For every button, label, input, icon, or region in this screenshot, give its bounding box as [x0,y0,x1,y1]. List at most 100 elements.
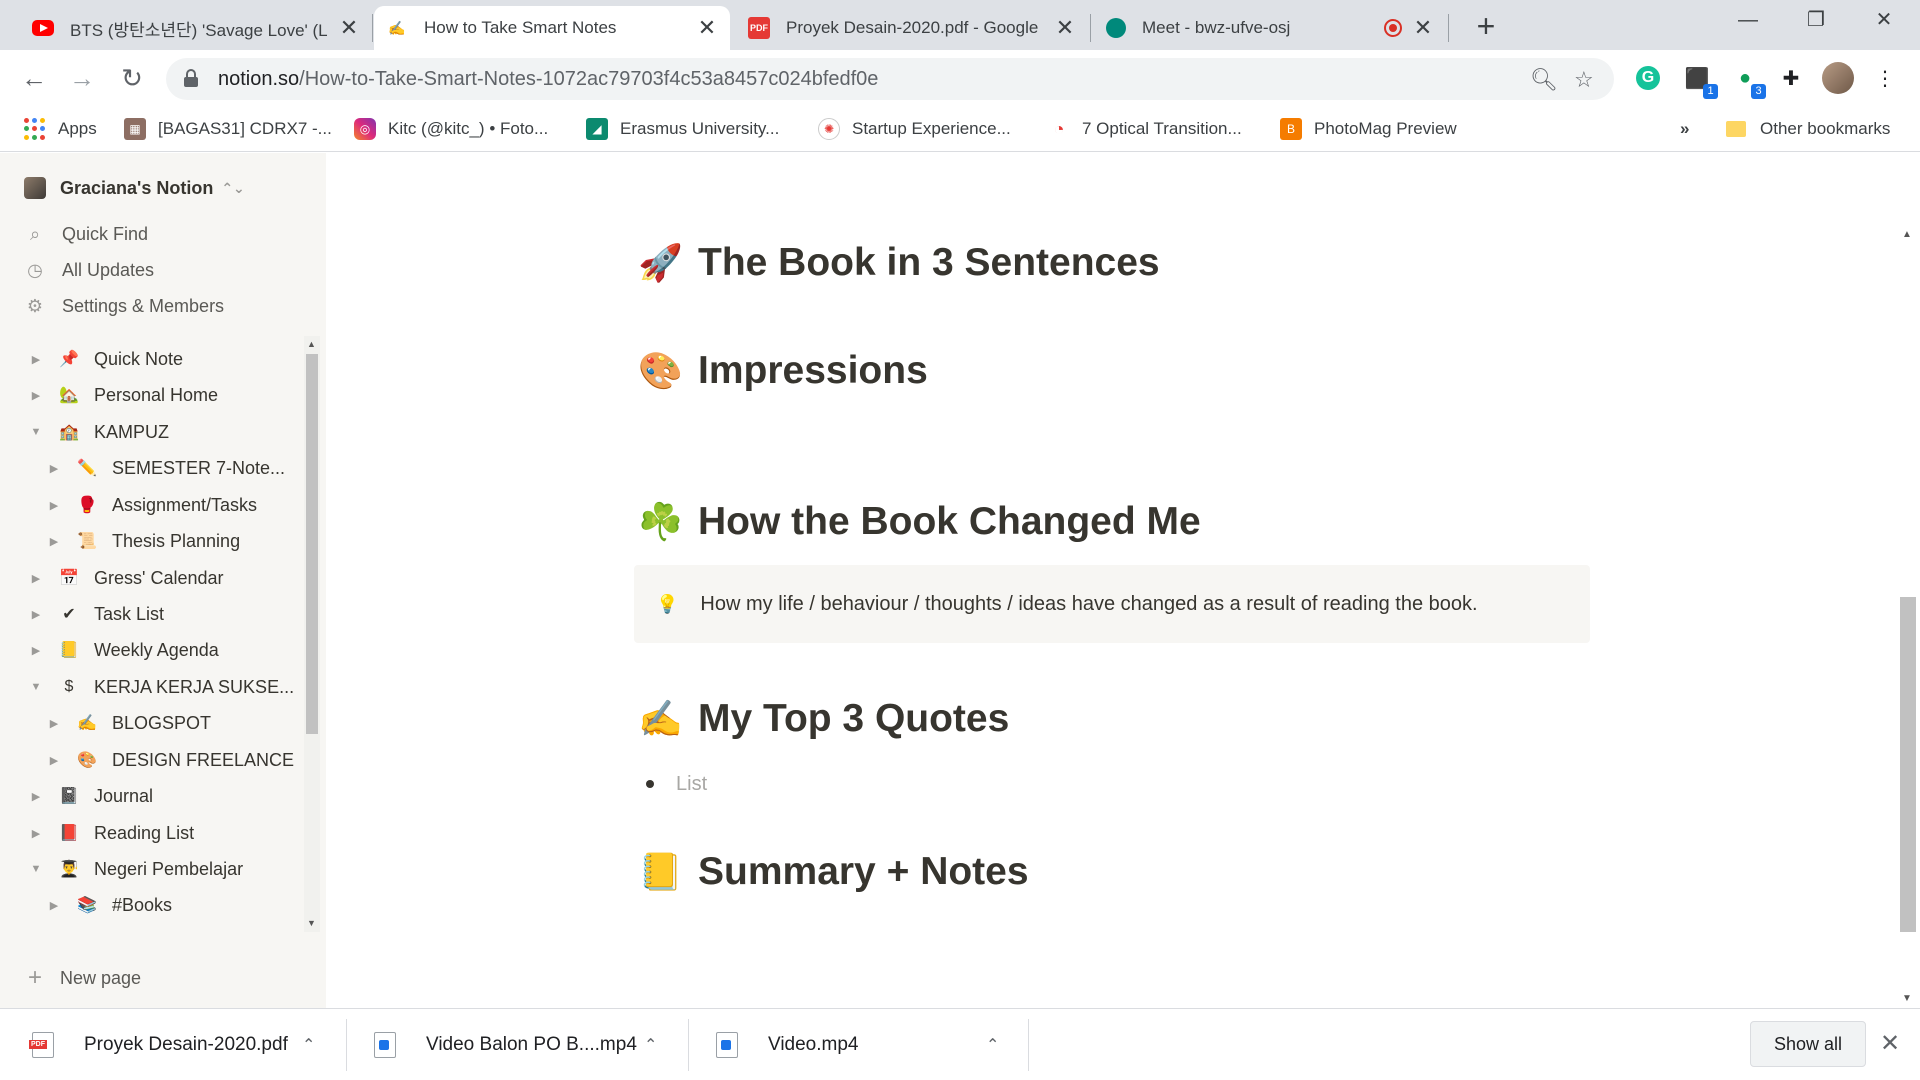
expand-toggle-icon[interactable]: ▶ [46,499,62,512]
scroll-down-arrow-icon[interactable]: ▼ [307,918,316,928]
sidebar-item-journal[interactable]: ▶ 📓 Journal [28,781,153,811]
download-item-pdf[interactable]: Proyek Desain-2020.pdf ⌃ [29,1009,332,1080]
new-tab-button[interactable]: + [1466,8,1506,48]
expand-toggle-icon[interactable]: ▶ [46,899,62,912]
close-tab-icon[interactable]: ✕ [1054,15,1076,41]
zoom-icon[interactable]: 🔍︎ [1530,67,1558,93]
sidebar-item-weekly-agenda[interactable]: ▶ 📒 Weekly Agenda [28,635,219,665]
expand-toggle-icon[interactable]: ▶ [46,535,62,548]
expand-toggle-icon[interactable]: ▶ [28,572,44,585]
bookmark-optical[interactable]: ◔ 7 Optical Transition... [1048,114,1242,144]
sidebar-item-assignment-tasks[interactable]: ▶ 🥊 Assignment/Tasks [46,490,257,520]
restore-icon[interactable]: ❐ [1784,0,1848,44]
callout-block[interactable]: 💡 How my life / behaviour / thoughts / i… [634,565,1590,643]
chevron-up-icon[interactable]: ⌃ [644,1035,657,1055]
workspace-switcher[interactable]: Graciana's Notion ⌃⌄ [24,173,245,203]
scroll-up-arrow-icon[interactable]: ▲ [307,339,316,349]
expand-toggle-icon[interactable]: ▼ [28,681,44,693]
sidebar-scrollbar[interactable]: ▲ ▼ [304,336,320,932]
scrollbar-thumb[interactable] [306,354,318,734]
sidebar-item-semester-7[interactable]: ▶ ✏️ SEMESTER 7-Note... [46,453,285,483]
extension-chat-icon[interactable]: ● 3 [1730,63,1766,99]
sidebar-quick-find[interactable]: ⌕ Quick Find [24,219,148,249]
scroll-up-arrow-icon[interactable]: ▲ [1902,229,1912,240]
profile-avatar[interactable] [1822,62,1854,94]
new-page-button[interactable]: + New page [24,963,141,993]
sidebar-item-task-list[interactable]: ▶ ✔ Task List [28,599,164,629]
sidebar-item-blogspot[interactable]: ▶ ✍️ BLOGSPOT [46,708,211,738]
expand-toggle-icon[interactable]: ▶ [46,462,62,475]
scroll-down-arrow-icon[interactable]: ▼ [1902,993,1912,1004]
sidebar-item-quick-note[interactable]: ▶ 📌 Quick Note [28,344,183,374]
bookmark-bagas31[interactable]: ▦ [BAGAS31] CDRX7 -... [124,114,332,144]
bookmark-apps[interactable]: Apps [24,114,97,144]
sidebar-item-label: #Books [112,894,173,915]
heading-impressions[interactable]: 🎨 Impressions [638,349,928,393]
tab-notion-active[interactable]: ✍️ How to Take Smart Notes ✕ [374,6,730,50]
forward-arrow-icon[interactable]: → [64,60,100,96]
sidebar-item-kampuz[interactable]: ▼ 🏫 KAMPUZ [28,417,169,447]
chevron-up-icon[interactable]: ⌃ [986,1035,999,1055]
chrome-menu-icon[interactable]: ⋮ [1870,63,1900,93]
reload-icon[interactable]: ↻ [114,60,150,96]
lock-icon[interactable] [184,69,198,87]
grammarly-extension-icon[interactable]: G [1636,66,1660,90]
tab-pdf[interactable]: PDF Proyek Desain-2020.pdf - Google ✕ [736,6,1088,50]
bookmark-photomag[interactable]: B PhotoMag Preview [1280,114,1457,144]
show-all-downloads-button[interactable]: Show all [1750,1021,1866,1067]
download-item-video[interactable]: Video.mp4 ⌃ [716,1009,1016,1080]
check-icon: ✔ [62,606,76,623]
expand-toggle-icon[interactable]: ▼ [28,426,44,438]
extensions-puzzle-icon[interactable]: ✚ [1776,63,1806,93]
heading-how-book-changed-me[interactable]: ☘️ How the Book Changed Me [638,500,1201,544]
sidebar-item-personal-home[interactable]: ▶ 🏡 Personal Home [28,380,218,410]
sidebar-item-design-freelance[interactable]: ▶ 🎨 DESIGN FREELANCE [46,745,294,775]
back-arrow-icon[interactable]: ← [16,60,52,96]
close-window-icon[interactable]: ✕ [1852,0,1916,44]
close-tab-icon[interactable]: ✕ [696,15,718,41]
expand-toggle-icon[interactable]: ▼ [28,863,44,875]
close-tab-icon[interactable]: ✕ [338,15,360,41]
sidebar-settings-members[interactable]: ⚙ Settings & Members [24,291,224,321]
sidebar-item-negeri-pembelajar[interactable]: ▼ 👨‍🎓 Negeri Pembelajar [28,854,244,884]
tab-youtube[interactable]: BTS (방탄소년단) 'Savage Love' (L ✕ [20,6,372,50]
sidebar-item-thesis-planning[interactable]: ▶ 📜 Thesis Planning [46,526,240,556]
bulleted-list-item[interactable]: List [646,769,707,799]
other-bookmarks-folder[interactable]: Other bookmarks [1726,114,1890,144]
expand-toggle-icon[interactable]: ▶ [28,827,44,840]
tab-meet[interactable]: Meet - bwz-ufve-osj ✕ [1094,6,1446,50]
bookmark-startup[interactable]: ✺ Startup Experience... [818,114,1011,144]
chevron-up-icon[interactable]: ⌃ [302,1035,315,1055]
sidebar-item-reading-list[interactable]: ▶ 📕 Reading List [28,818,194,848]
expand-toggle-icon[interactable]: ▶ [28,644,44,657]
lightbulb-icon[interactable]: 💡 [656,594,678,615]
sidebar-item-kerja-kerja-sukses[interactable]: ▼ $ KERJA KERJA SUKSE... [28,672,295,702]
address-bar[interactable]: notion.so/How-to-Take-Smart-Notes-1072ac… [166,58,1614,100]
callout-text[interactable]: How my life / behaviour / thoughts / ide… [700,593,1477,616]
sidebar-item-gress-calendar[interactable]: ▶ 📅 Gress' Calendar [28,563,224,593]
expand-toggle-icon[interactable]: ▶ [28,389,44,402]
heading-summary-notes[interactable]: 📒 Summary + Notes [638,850,1029,894]
expand-toggle-icon[interactable]: ▶ [46,754,62,767]
expand-toggle-icon[interactable]: ▶ [28,353,44,366]
sidebar-all-updates[interactable]: ◷ All Updates [24,255,154,285]
url-text[interactable]: notion.so/How-to-Take-Smart-Notes-1072ac… [218,68,878,91]
expand-toggle-icon[interactable]: ▶ [46,717,62,730]
extension-cube-icon[interactable]: ⬛ 1 [1682,63,1718,99]
bookmarks-overflow-button[interactable]: » [1680,114,1689,144]
bookmark-erasmus[interactable]: ◢ Erasmus University... [586,114,779,144]
heading-my-top-3-quotes[interactable]: ✍️ My Top 3 Quotes [638,697,1009,741]
expand-toggle-icon[interactable]: ▶ [28,608,44,621]
minimize-icon[interactable]: — [1716,0,1780,44]
sidebar-item-books[interactable]: ▶ 📚 #Books [46,890,172,920]
close-downloads-icon[interactable]: ✕ [1880,1029,1900,1058]
expand-toggle-icon[interactable]: ▶ [28,790,44,803]
heading-book-in-3-sentences[interactable]: 🚀 The Book in 3 Sentences [638,241,1160,285]
bookmark-instagram[interactable]: ◎ Kitc (@kitc_) • Foto... [354,114,548,144]
page-scrollbar[interactable]: ▲ ▼ [1896,227,1920,1008]
download-item-video-balon[interactable]: Video Balon PO B....mp4 ⌃ [374,1009,674,1080]
list-placeholder[interactable]: List [676,773,707,796]
close-tab-icon[interactable]: ✕ [1412,15,1434,41]
scrollbar-thumb[interactable] [1900,597,1916,932]
star-bookmark-icon[interactable]: ☆ [1574,67,1594,93]
